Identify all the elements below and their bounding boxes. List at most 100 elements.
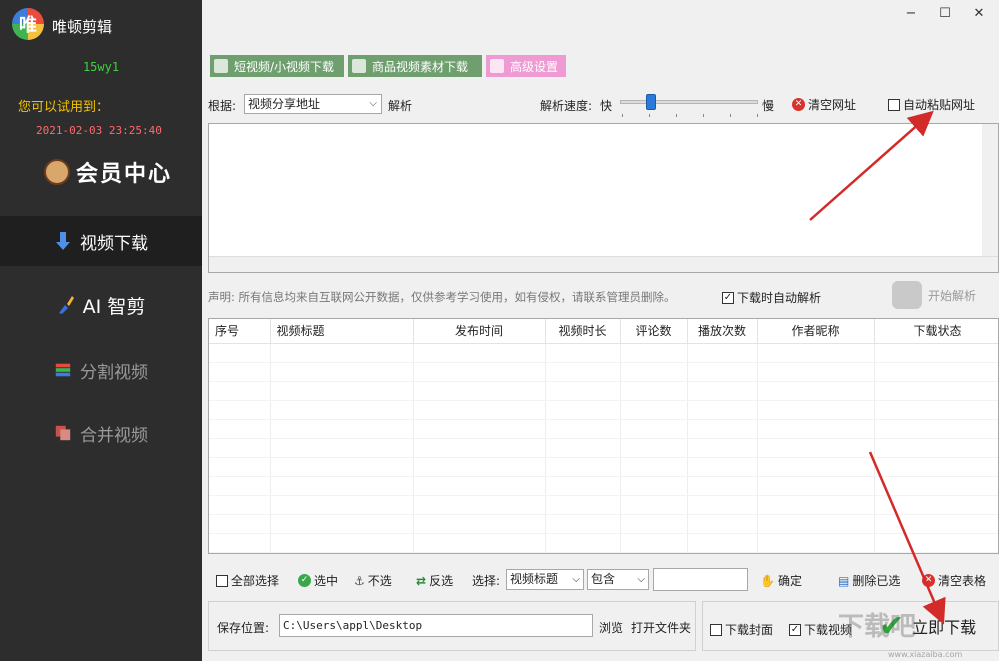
table-row[interactable] [209,343,998,363]
nav-merge-video[interactable]: 合并视频 [0,408,202,458]
browse-button[interactable]: 浏览 [599,619,623,636]
speed-slider-thumb[interactable] [646,94,656,110]
table-cell [209,476,271,496]
parse-row: 根据: 视频分享地址 ⌵ 解析 解析速度: 快 慢 ✕ 清空网址 自动粘贴网址 [208,94,998,117]
deselect-button[interactable]: ⚓ 不选 [354,572,392,589]
table-row[interactable] [209,362,998,382]
column-header[interactable]: 评论数 [620,319,688,344]
table-cell [270,419,414,439]
disclaimer-text: 声明: 所有信息均来自互联网公开数据，仅供参考学习使用，如有侵权，请联系管理员删… [208,290,676,304]
member-center-label: 会员中心 [76,161,173,187]
confirm-button[interactable]: ✋ 确定 [760,572,802,589]
table-cell [687,476,758,496]
nav-label: 合并视频 [80,425,148,446]
nav-video-download[interactable]: 视频下载 [0,216,202,266]
maximize-button[interactable]: ☐ [932,4,958,24]
member-avatar-icon [44,159,70,185]
table-cell [620,438,688,458]
invert-label: 反选 [429,574,454,588]
globe-icon [352,59,366,73]
auto-parse-on-download-checkbox[interactable]: ✓ 下载时自动解析 [722,289,821,306]
table-cell [620,419,688,439]
field-select[interactable]: 视频标题 ⌵ [506,569,584,590]
slider-tick [676,114,677,117]
table-row[interactable] [209,457,998,477]
table-row[interactable] [209,438,998,458]
table-cell [620,400,688,420]
horizontal-scrollbar[interactable] [209,256,998,272]
advanced-settings-tab[interactable]: 高级设置 [486,55,566,77]
table-cell [687,438,758,458]
table-cell [545,362,621,382]
table-row[interactable] [209,400,998,420]
table-cell [874,476,998,496]
save-path-input[interactable]: C:\Users\appl\Desktop [279,614,593,637]
table-cell [545,381,621,401]
column-header[interactable]: 下载状态 [874,319,998,344]
table-row[interactable] [209,533,998,553]
checkbox-box[interactable]: ✓ [789,623,801,636]
column-header[interactable]: 视频标题 [270,319,414,344]
column-header[interactable]: 发布时间 [413,319,546,344]
basis-select[interactable]: 视频分享地址 ⌵ [244,94,382,114]
download-cover-checkbox[interactable]: 下载封面 [710,621,773,638]
table-cell [687,457,758,477]
select-button[interactable]: ✓ 选中 [298,572,338,589]
save-location-panel: 保存位置: C:\Users\appl\Desktop 浏览 打开文件夹 [208,601,696,651]
product-video-download-tab[interactable]: 商品视频素材下载 [348,55,482,77]
table-cell [757,400,875,420]
column-header[interactable]: 视频时长 [545,319,621,344]
table-row[interactable] [209,476,998,496]
match-value: 包含 [591,572,616,586]
table-cell [687,381,758,401]
select-all-checkbox[interactable]: 全部选择 [216,572,279,589]
checkbox-box[interactable]: ✓ [722,291,734,304]
table-cell [874,381,998,401]
clear-table-button[interactable]: ✕ 清空表格 [922,572,986,589]
open-folder-button[interactable]: 打开文件夹 [631,619,691,636]
table-cell [270,476,414,496]
table-row[interactable] [209,381,998,401]
selection-row: 全部选择 ✓ 选中 ⚓ 不选 ⇄ 反选 选择: 视频标题 ⌵ 包含 ⌵ ✋ 确定… [208,568,998,592]
username: 15wy1 [82,60,120,74]
checkbox-box[interactable] [888,98,900,111]
table-cell [620,533,688,553]
clear-url-button[interactable]: ✕ 清空网址 [792,94,856,114]
table-cell [270,514,414,534]
checkbox-box[interactable] [710,623,722,636]
table-cell [209,400,271,420]
invert-selection-button[interactable]: ⇄ 反选 [416,572,453,589]
chevron-down-icon: ⌵ [572,574,580,585]
table-cell [620,495,688,515]
start-parse-label: 开始解析 [928,288,977,303]
vertical-scrollbar[interactable] [982,124,998,258]
column-header[interactable]: 序号 [209,319,271,344]
table-cell [687,514,758,534]
close-button[interactable]: ✕ [966,4,992,24]
speed-fast-label: 快 [600,99,613,113]
table-row[interactable] [209,419,998,439]
table-row[interactable] [209,514,998,534]
short-video-download-tab[interactable]: 短视频/小视频下载 [210,55,344,77]
match-select[interactable]: 包含 ⌵ [587,569,649,590]
url-input[interactable] [208,123,999,273]
minimize-button[interactable]: − [898,4,924,24]
results-table[interactable]: 序号 视频标题 发布时间 视频时长 评论数 播放次数 作者昵称 下载状态 [208,318,999,554]
column-header[interactable]: 播放次数 [687,319,758,344]
speed-slider-track[interactable] [620,100,758,104]
delete-selected-button[interactable]: ▤ 删除已选 [838,572,900,589]
table-cell [620,343,688,363]
slider-tick [703,114,704,117]
nav-ai-cut[interactable]: AI 智剪 [0,280,202,330]
tab-label: 高级设置 [510,59,559,74]
checkbox-box[interactable] [216,574,228,587]
auto-paste-checkbox[interactable]: 自动粘贴网址 [888,96,975,113]
nav-split-video[interactable]: 分割视频 [0,345,202,395]
table-row[interactable] [209,495,998,515]
filter-input[interactable] [653,568,748,591]
download-arrow-icon [56,232,70,250]
column-header[interactable]: 作者昵称 [757,319,875,344]
member-center-button[interactable]: 会员中心 [44,156,172,188]
start-parse-button[interactable]: 开始解析 [892,280,998,310]
table-cell [545,419,621,439]
